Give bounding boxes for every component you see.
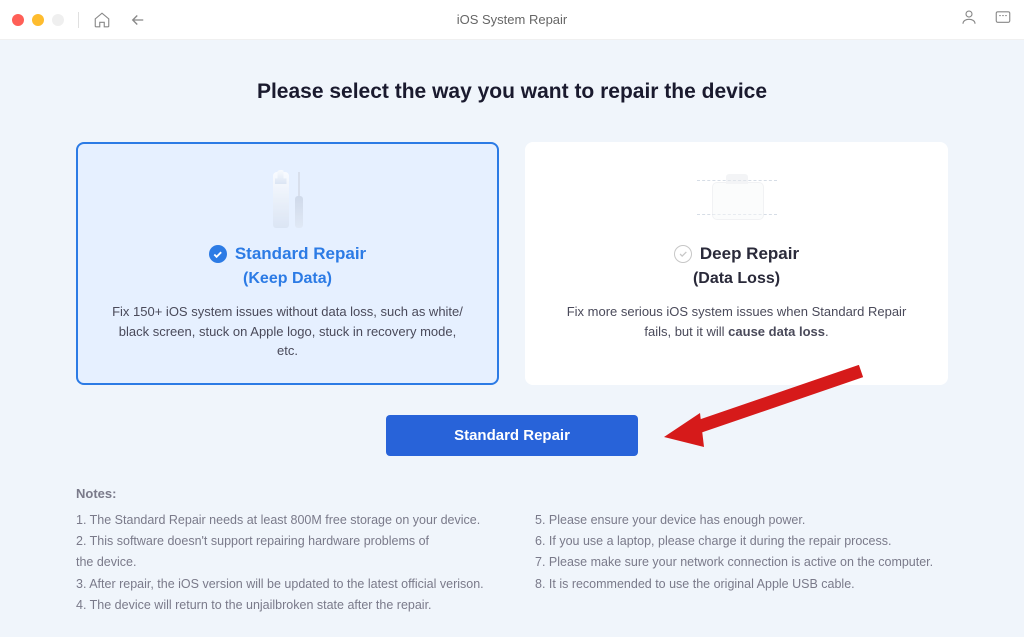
user-icon[interactable]	[960, 8, 978, 31]
notes-left-column: 1. The Standard Repair needs at least 80…	[76, 511, 489, 618]
notes-section: Notes: 1. The Standard Repair needs at l…	[76, 486, 948, 618]
deep-repair-title: Deep Repair	[700, 244, 799, 264]
standard-repair-subtitle: (Keep Data)	[98, 270, 477, 288]
standard-repair-description: Fix 150+ iOS system issues without data …	[98, 302, 477, 361]
standard-repair-card[interactable]: Standard Repair (Keep Data) Fix 150+ iOS…	[76, 142, 499, 385]
back-icon[interactable]	[129, 11, 147, 29]
window-title: iOS System Repair	[457, 12, 568, 27]
window-controls	[12, 14, 64, 26]
close-window-button[interactable]	[12, 14, 24, 26]
page-heading: Please select the way you want to repair…	[76, 80, 948, 104]
standard-repair-button[interactable]: Standard Repair	[386, 415, 638, 456]
deep-repair-card[interactable]: Deep Repair (Data Loss) Fix more serious…	[525, 142, 948, 385]
repair-options: Standard Repair (Keep Data) Fix 150+ iOS…	[76, 142, 948, 385]
notes-heading: Notes:	[76, 486, 948, 501]
deep-repair-subtitle: (Data Loss)	[547, 270, 926, 288]
check-icon	[209, 245, 227, 263]
feedback-icon[interactable]	[994, 8, 1012, 31]
notes-right-column: 5. Please ensure your device has enough …	[535, 511, 948, 618]
deep-repair-description: Fix more serious iOS system issues when …	[547, 302, 926, 341]
check-icon-inactive	[674, 245, 692, 263]
maximize-window-button[interactable]	[52, 14, 64, 26]
tools-icon	[98, 166, 477, 234]
divider	[78, 12, 79, 28]
minimize-window-button[interactable]	[32, 14, 44, 26]
standard-repair-title: Standard Repair	[235, 244, 366, 264]
home-icon[interactable]	[93, 11, 111, 29]
device-icon	[547, 166, 926, 234]
titlebar: iOS System Repair	[0, 0, 1024, 40]
